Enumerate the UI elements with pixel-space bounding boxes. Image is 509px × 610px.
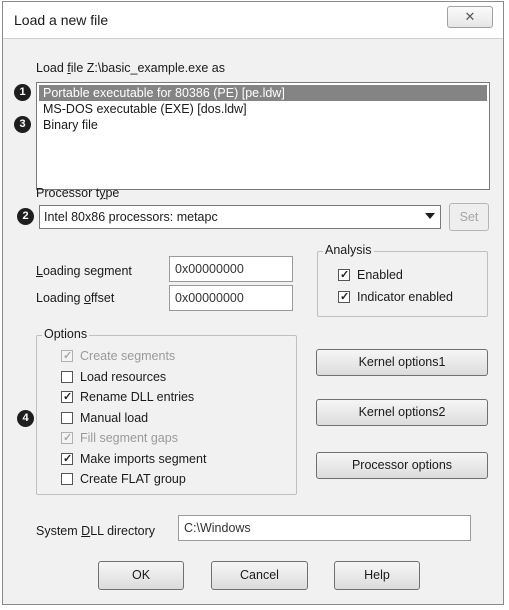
title-bar: Load a new file ✕	[3, 2, 503, 39]
callout-badge-2: 2	[17, 208, 34, 225]
checkbox-box[interactable]	[61, 371, 73, 383]
load-file-dialog: Load a new file ✕ Load file Z:\basic_exa…	[2, 1, 504, 605]
checkbox-box[interactable]	[338, 289, 350, 306]
checkbox-box[interactable]	[338, 267, 350, 284]
callout-badge-3: 3	[14, 116, 31, 133]
loading-segment-field[interactable]: 0x00000000	[169, 256, 293, 282]
checkbox-box[interactable]	[61, 348, 73, 365]
system-dll-directory-field[interactable]: C:\Windows	[178, 515, 471, 541]
callout-badge-1: 1	[14, 84, 31, 101]
checkbox-box[interactable]	[61, 389, 73, 406]
kernel-options2-button[interactable]: Kernel options2	[316, 399, 488, 426]
chevron-down-icon	[425, 213, 435, 219]
callout-badge-4: 4	[17, 410, 34, 427]
analysis-group-title: Analysis	[323, 243, 374, 257]
checkbox-box[interactable]	[61, 412, 73, 424]
options-group-title: Options	[42, 327, 90, 341]
set-button[interactable]: Set	[449, 203, 489, 231]
dialog-title: Load a new file	[14, 12, 109, 28]
help-button[interactable]: Help	[334, 561, 420, 590]
processor-options-button[interactable]: Processor options	[316, 452, 488, 479]
list-item[interactable]: Binary file	[39, 117, 487, 133]
ok-button[interactable]: OK	[98, 561, 184, 590]
load-file-label: Load file Z:\basic_example.exe as	[36, 61, 226, 75]
options-group: Options Create segments Load resources R…	[36, 327, 297, 495]
checkbox-box[interactable]	[61, 473, 73, 485]
loading-segment-label: Loading segment	[36, 264, 132, 278]
system-dll-directory-label: System DLL directory	[36, 524, 156, 538]
processor-type-select[interactable]: Intel 80x86 processors: metapc	[39, 205, 441, 229]
list-item[interactable]: Portable executable for 80386 (PE) [pe.l…	[39, 85, 487, 101]
loading-offset-field[interactable]: 0x00000000	[169, 285, 293, 311]
checkbox-box[interactable]	[61, 430, 73, 447]
processor-type-label: Processor type	[36, 186, 120, 200]
processor-type-value: Intel 80x86 processors: metapc	[44, 210, 218, 224]
close-icon: ✕	[464, 9, 476, 24]
close-button[interactable]: ✕	[447, 6, 493, 28]
analysis-group: Analysis Enabled Indicator enabled	[317, 243, 488, 317]
file-type-list[interactable]: Portable executable for 80386 (PE) [pe.l…	[36, 82, 490, 190]
list-item[interactable]: MS-DOS executable (EXE) [dos.ldw]	[39, 101, 487, 117]
cancel-button[interactable]: Cancel	[211, 561, 308, 590]
loading-offset-label: Loading offset	[36, 291, 115, 305]
checkbox-box[interactable]	[61, 451, 73, 468]
kernel-options1-button[interactable]: Kernel options1	[316, 349, 488, 376]
